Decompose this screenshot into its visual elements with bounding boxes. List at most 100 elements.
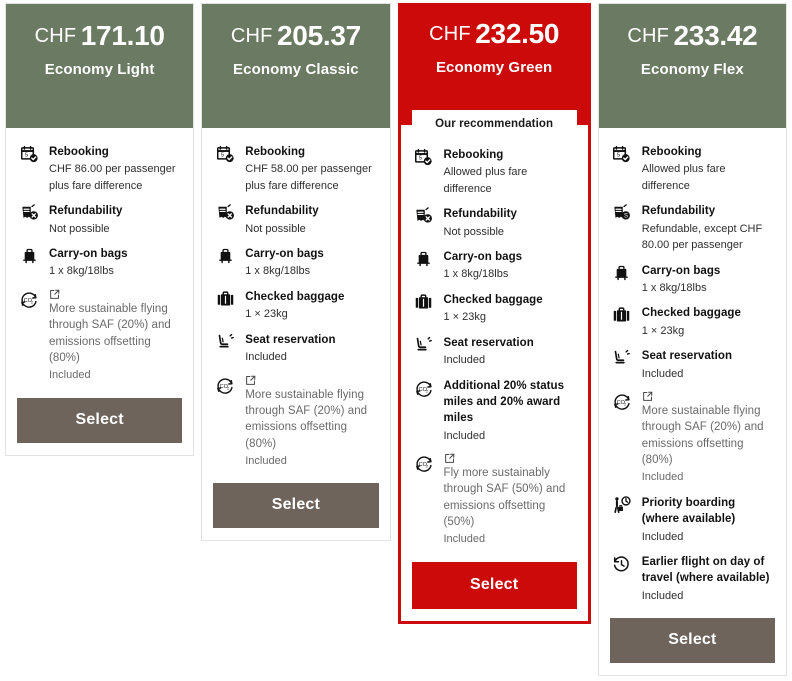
fare-card: CHF 232.50 Economy Green Our recommendatio… xyxy=(397,3,591,624)
fare-feature-text: Seat reservation Included xyxy=(444,335,577,369)
fare-feature: Carry-on bags 1 x 8kg/18lbs xyxy=(213,246,378,280)
fare-feature-title: Refundability xyxy=(641,205,716,218)
co2-cycle-icon: CO 2 xyxy=(17,290,41,311)
fare-feature: Carry-on bags 1 x 8kg/18lbs xyxy=(412,249,577,283)
svg-text:2: 2 xyxy=(426,465,428,469)
fare-feature: S Refundability Refundable, except CHF 80… xyxy=(610,203,775,253)
svg-text:5: 5 xyxy=(419,156,422,162)
fare-card-footer: Select xyxy=(400,551,588,621)
fare-feature-text: Seat reservation Included xyxy=(245,332,378,366)
fare-feature-text: Fly more sustainably through SAF (50%) a… xyxy=(444,453,577,548)
select-button[interactable]: Select xyxy=(411,561,577,609)
priority-boarding-icon xyxy=(610,496,634,517)
co2-cycle-icon: CO 2 xyxy=(412,454,436,475)
fare-feature-title: Rebooking xyxy=(49,146,109,158)
fare-feature-title: Rebooking xyxy=(443,149,504,161)
select-button[interactable]: Select xyxy=(17,397,183,443)
select-button[interactable]: Select xyxy=(213,483,379,529)
fare-feature-value: Included xyxy=(443,429,486,442)
seat-reservation-icon xyxy=(213,333,237,354)
fare-feature-title: Checked baggage xyxy=(641,307,741,320)
select-button[interactable]: Select xyxy=(609,618,775,664)
fare-feature-title: Carry-on bags xyxy=(245,248,324,261)
fare-feature: 5 Rebooking CHF 58.00 per passenger plus … xyxy=(213,144,378,194)
fare-feature: Refundability Not possible xyxy=(213,203,378,237)
fare-feature-value: 1 x 8kg/18lbs xyxy=(49,265,114,278)
calendar-rebooking-icon: 5 xyxy=(213,145,237,166)
fare-feature-text: Priority boarding (where available) Inclu… xyxy=(642,495,775,545)
carry-on-bag-icon xyxy=(610,264,634,285)
fare-feature-value: Included xyxy=(49,369,91,382)
fare-feature-title: Carry-on bags xyxy=(641,264,721,277)
fare-feature-title: Refundability xyxy=(49,205,123,218)
fare-feature-title: Checked baggage xyxy=(443,293,543,306)
fare-feature: CO 2 Additional 20% status miles and 20%… xyxy=(412,378,577,444)
external-link-icon[interactable] xyxy=(245,375,378,386)
external-link-icon[interactable] xyxy=(49,289,182,300)
fare-feature-title: Additional 20% status miles and 20% awar… xyxy=(443,379,565,425)
fare-feature-title: More sustainable flying through SAF (20%… xyxy=(49,302,171,364)
fare-feature-text: More sustainable flying through SAF (20%… xyxy=(245,375,378,470)
calendar-rebooking-icon: 5 xyxy=(412,148,436,169)
fare-feature-value: Included xyxy=(641,589,684,602)
fare-feature: Refundability Not possible xyxy=(412,206,577,240)
fare-amount: 232.50 xyxy=(475,18,560,49)
fare-card-footer: Select xyxy=(598,608,786,676)
fare-feature-title: Seat reservation xyxy=(641,350,733,363)
fare-card-header: CHF 171.10 Economy Light xyxy=(6,4,194,128)
fare-feature-title: Seat reservation xyxy=(443,336,534,349)
fare-name: Economy Flex xyxy=(640,61,744,78)
fare-feature-text: Additional 20% status miles and 20% awar… xyxy=(444,378,577,444)
fare-feature: Earlier flight on day of travel (where a… xyxy=(610,554,775,604)
fare-feature-title: More sustainable flying through SAF (20%… xyxy=(245,388,368,450)
fare-card-header: CHF 205.37 Economy Classic xyxy=(202,4,390,128)
fare-price: CHF 232.50 xyxy=(429,20,559,48)
receipt-refund-icon: S xyxy=(610,204,634,225)
fare-feature: 5 Rebooking Allowed plus fare difference xyxy=(610,144,775,194)
fare-feature-text: Rebooking CHF 58.00 per passenger plus fa… xyxy=(245,144,378,194)
fare-feature: Seat reservation Included xyxy=(610,348,775,382)
external-link-icon[interactable] xyxy=(642,391,775,402)
checked-baggage-icon xyxy=(213,290,237,311)
fare-feature-text: Checked baggage 1 × 23kg xyxy=(642,305,775,339)
fare-feature-value: Not possible xyxy=(245,222,306,235)
fare-options-grid: CHF 171.10 Economy Light 5 Rebooking CHF 8… xyxy=(0,0,792,681)
seat-reservation-icon xyxy=(412,336,436,357)
svg-text:2: 2 xyxy=(624,403,626,407)
fare-feature-value: Allowed plus fare difference xyxy=(641,163,726,192)
fare-feature-text: Checked baggage 1 × 23kg xyxy=(444,292,577,326)
fare-feature-list: 5 Rebooking CHF 86.00 per passenger plus … xyxy=(6,128,194,388)
fare-feature: 5 Rebooking Allowed plus fare difference xyxy=(412,147,577,197)
fare-feature[interactable]: CO 2 Fly more sustainably through SAF (5… xyxy=(412,453,577,548)
fare-feature-value: Included xyxy=(641,367,684,380)
fare-feature-text: Refundability Not possible xyxy=(245,203,378,237)
svg-text:S: S xyxy=(624,214,628,220)
fare-feature-value: Included xyxy=(641,530,684,543)
fare-feature-value: Not possible xyxy=(443,225,505,238)
fare-feature-text: Rebooking Allowed plus fare difference xyxy=(642,144,775,194)
fare-feature: Seat reservation Included xyxy=(213,332,378,366)
fare-card-header: CHF 232.50 Economy Green xyxy=(400,6,588,125)
fare-card-footer: Select xyxy=(202,473,390,541)
external-link-icon[interactable] xyxy=(444,453,577,464)
fare-feature: Checked baggage 1 × 23kg xyxy=(213,289,378,323)
calendar-rebooking-icon: 5 xyxy=(610,145,634,166)
fare-feature-value: 1 x 8kg/18lbs xyxy=(245,265,311,278)
fare-card: CHF 205.37 Economy Classic 5 Rebooking CHF… xyxy=(201,3,391,542)
receipt-refund-blocked-icon xyxy=(213,204,237,225)
fare-feature-list: 5 Rebooking Allowed plus fare difference … xyxy=(400,125,588,552)
calendar-rebooking-icon: 5 xyxy=(17,145,41,166)
fare-name: Economy Light xyxy=(44,61,155,78)
fare-currency: CHF xyxy=(34,25,77,47)
fare-feature-title: Carry-on bags xyxy=(443,251,523,264)
fare-feature-title: Rebooking xyxy=(641,146,702,158)
fare-feature[interactable]: CO 2 More sustainable flying through SAF… xyxy=(213,375,378,470)
co2-cycle-icon: CO 2 xyxy=(412,379,436,400)
fare-feature-list: 5 Rebooking Allowed plus fare difference … xyxy=(598,128,786,609)
fare-amount: 233.42 xyxy=(673,20,758,51)
fare-feature-title: Checked baggage xyxy=(245,290,345,303)
fare-feature[interactable]: CO 2 More sustainable flying through SAF… xyxy=(17,289,182,384)
co2-cycle-icon: CO 2 xyxy=(213,376,237,397)
fare-feature-text: Carry-on bags 1 x 8kg/18lbs xyxy=(245,246,378,280)
fare-feature[interactable]: CO 2 More sustainable flying through SAF… xyxy=(610,391,775,486)
